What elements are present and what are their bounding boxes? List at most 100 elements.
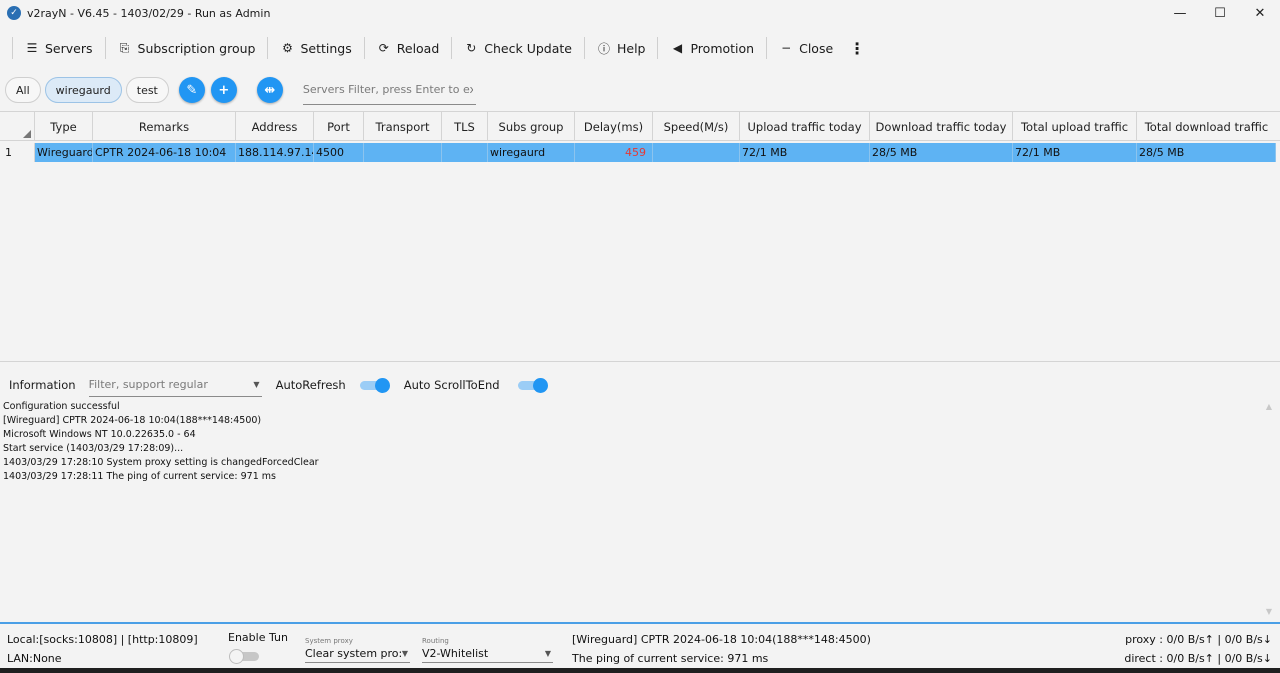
close-label: Close: [799, 40, 834, 56]
title-bar: ✓ v2rayN - V6.45 - 1403/02/29 - Run as A…: [0, 0, 1280, 26]
add-group-button[interactable]: +: [210, 77, 237, 103]
cell-tls: [442, 143, 488, 162]
log-filter-combobox[interactable]: Filter, support regular ▼: [88, 373, 262, 397]
column-remarks[interactable]: Remarks: [93, 112, 236, 141]
check-update-label: Check Update: [484, 40, 572, 56]
scroll-down-icon[interactable]: ▼: [1266, 607, 1272, 616]
routing-caption: Routing: [422, 637, 449, 645]
cell-port: 4500: [314, 143, 364, 162]
column-speed[interactable]: Speed(M/s): [653, 112, 740, 141]
chevron-down-icon: ▼: [544, 649, 551, 658]
column-download-today[interactable]: Download traffic today: [870, 112, 1013, 141]
window-title: v2rayN - V6.45 - 1403/02/29 - Run as Adm…: [27, 6, 271, 20]
column-total-upload[interactable]: Total upload traffic: [1013, 112, 1137, 141]
minus-icon: −: [781, 41, 792, 55]
plus-icon: +: [218, 82, 230, 98]
chevron-down-icon: ▼: [253, 380, 260, 389]
help-icon: ⓘ: [597, 41, 610, 56]
close-button[interactable]: − Close: [771, 33, 841, 63]
column-transport[interactable]: Transport: [364, 112, 442, 141]
reload-icon: ⟳: [378, 41, 389, 55]
server-icon: ☰: [26, 41, 38, 55]
group-chip-wiregaurd[interactable]: wiregaurd: [44, 77, 122, 103]
scroll-up-icon[interactable]: ▲: [1266, 402, 1272, 411]
auto-scroll-toggle[interactable]: [517, 378, 548, 393]
minimize-button[interactable]: —: [1160, 0, 1200, 26]
column-subs-group[interactable]: Subs group: [488, 112, 575, 141]
select-all-corner[interactable]: [0, 112, 35, 141]
column-upload-today[interactable]: Upload traffic today: [740, 112, 870, 141]
status-bar: Local:[socks:10808] | [http:10809] LAN:N…: [0, 622, 1280, 668]
promotion-button[interactable]: ◀ Promotion: [662, 33, 762, 63]
group-filter-row: All wiregaurd test ✎ + ⇹: [0, 73, 1280, 107]
subscription-group-button[interactable]: ⎘ Subscription group: [110, 33, 264, 63]
cell-speed: [653, 143, 740, 162]
direct-speed-text: direct : 0/0 B/s↑ | 0/0 B/s↓: [1124, 652, 1272, 665]
check-update-button[interactable]: ↻ Check Update: [456, 33, 580, 63]
toolbar-separator: [657, 37, 659, 59]
settings-button[interactable]: ⚙ Settings: [272, 33, 359, 63]
cell-type: Wireguard: [35, 143, 93, 162]
promotion-label: Promotion: [690, 40, 755, 56]
column-tls[interactable]: TLS: [442, 112, 488, 141]
column-delay[interactable]: Delay(ms): [575, 112, 653, 141]
routing-select[interactable]: Routing V2-Whitelist ▼: [422, 635, 553, 663]
group-chip-all[interactable]: All: [5, 77, 41, 103]
column-type[interactable]: Type: [35, 112, 93, 141]
close-window-button[interactable]: ✕: [1240, 0, 1280, 26]
toolbar-separator: [12, 37, 13, 59]
table-row[interactable]: 1 Wireguard CPTR 2024-06-18 10:04 188.11…: [0, 143, 1280, 162]
gear-icon: ⚙: [282, 41, 293, 55]
help-button[interactable]: ⓘ Help: [589, 33, 654, 63]
toolbar-separator: [363, 37, 365, 59]
update-icon: ↻: [466, 41, 477, 55]
log-line: Microsoft Windows NT 10.0.22635.0 - 64: [3, 429, 196, 440]
split-arrows-icon: ⇹: [264, 82, 276, 98]
system-proxy-select[interactable]: System proxy Clear system pro: ▼: [305, 635, 410, 663]
toolbar-separator: [583, 37, 585, 59]
v2rayn-logo-icon: ✓: [7, 6, 21, 20]
local-ports-text: Local:[socks:10808] | [http:10809]: [7, 633, 198, 646]
move-servers-button[interactable]: ⇹: [256, 77, 283, 103]
column-total-download[interactable]: Total download traffic: [1137, 112, 1276, 141]
log-output[interactable]: Configuration successful [Wireguard] CPT…: [3, 400, 1253, 615]
current-server-text: [Wireguard] CPTR 2024-06-18 10:04(188***…: [572, 633, 871, 646]
corner-triangle-icon: [23, 130, 31, 138]
log-line: 1403/03/29 17:28:10 System proxy setting…: [3, 457, 319, 468]
main-toolbar: ☰ Servers ⎘ Subscription group ⚙ Setting…: [0, 30, 1280, 66]
cell-transport: [364, 143, 442, 162]
reload-button[interactable]: ⟳ Reload: [369, 33, 448, 63]
cell-delay: 459: [575, 143, 653, 162]
cell-upload-today: 72/1 MB: [740, 143, 870, 162]
servers-label: Servers: [45, 40, 93, 56]
auto-refresh-toggle[interactable]: [359, 378, 390, 393]
ping-text: The ping of current service: 971 ms: [572, 652, 769, 665]
window-controls: — ☐ ✕: [1160, 0, 1280, 26]
toggle-thumb: [374, 378, 390, 393]
subscription-group-label: Subscription group: [137, 40, 256, 56]
column-port[interactable]: Port: [314, 112, 364, 141]
servers-table: Type Remarks Address Port Transport TLS …: [0, 111, 1280, 362]
cell-address: 188.114.97.148: [236, 143, 314, 162]
edit-group-button[interactable]: ✎: [178, 77, 205, 103]
toolbar-separator: [104, 37, 106, 59]
cell-download-today: 28/5 MB: [870, 143, 1013, 162]
cell-total-download: 28/5 MB: [1137, 143, 1276, 162]
auto-refresh-label: AutoRefresh: [275, 378, 346, 392]
log-line: 1403/03/29 17:28:11 The ping of current …: [3, 471, 276, 482]
group-chip-test[interactable]: test: [125, 77, 169, 103]
toolbar-separator: [267, 37, 269, 59]
toggle-thumb: [532, 378, 548, 393]
log-line: Configuration successful: [3, 401, 120, 412]
routing-value: V2-Whitelist: [422, 647, 489, 660]
information-label: Information: [9, 378, 76, 392]
servers-filter-input[interactable]: [302, 83, 473, 96]
toolbar-separator: [451, 37, 453, 59]
servers-button[interactable]: ☰ Servers: [17, 33, 101, 63]
enable-tun-toggle[interactable]: [229, 649, 259, 664]
row-number: 1: [0, 143, 35, 162]
maximize-button[interactable]: ☐: [1200, 0, 1240, 26]
more-options-icon[interactable]: ⋮: [841, 39, 873, 58]
cell-total-upload: 72/1 MB: [1013, 143, 1137, 162]
column-address[interactable]: Address: [236, 112, 314, 141]
